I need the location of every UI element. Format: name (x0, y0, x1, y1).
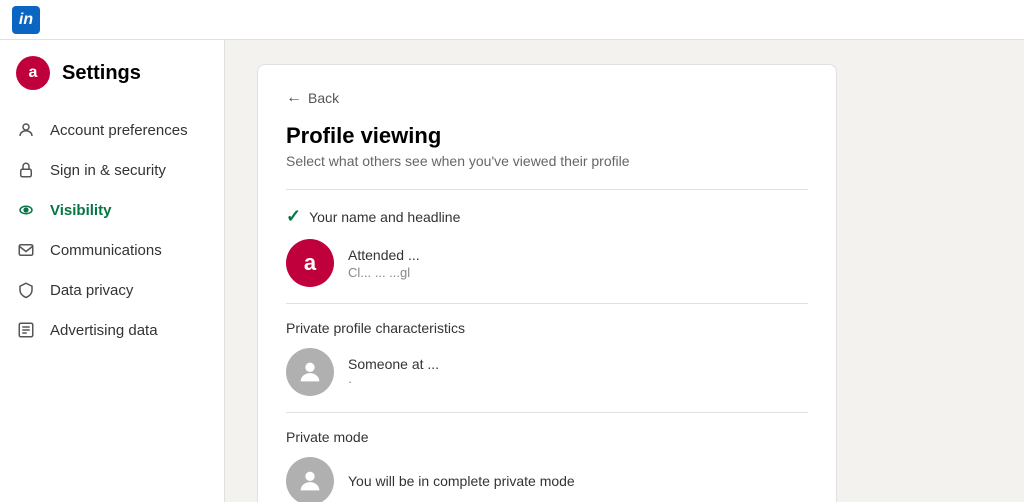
sidebar-item-label: Data privacy (50, 282, 133, 299)
sidebar-item-label: Sign in & security (50, 162, 166, 179)
option-text-private-mode: You will be in complete private mode (348, 473, 575, 489)
option-private-mode[interactable]: Private mode You will be in complete pri… (286, 412, 808, 502)
option-name-headline[interactable]: ✓ Your name and headline a Attended ... … (286, 189, 808, 303)
option-row-name-headline: a Attended ... Cl... ... ...gl (286, 239, 808, 287)
option-label-private-mode: Private mode (286, 429, 808, 445)
panel-title: Profile viewing (286, 123, 808, 149)
sidebar-item-label: Communications (50, 242, 162, 259)
top-bar: in (0, 0, 1024, 40)
check-icon: ✓ (286, 206, 301, 227)
envelope-icon (16, 240, 36, 260)
shield-icon (16, 280, 36, 300)
back-label: Back (308, 90, 339, 106)
option-private-characteristics[interactable]: Private profile characteristics Someone … (286, 303, 808, 412)
anon-avatar-private-mode (286, 457, 334, 502)
sidebar-item-visibility[interactable]: Visibility (0, 190, 224, 230)
sidebar-item-account-preferences[interactable]: Account preferences (0, 110, 224, 150)
option-text-name-headline: Attended ... Cl... ... ...gl (348, 247, 420, 280)
linkedin-logo: in (12, 6, 40, 34)
person-icon (16, 120, 36, 140)
content-panel: ← Back Profile viewing Select what other… (257, 64, 837, 502)
option-row-private-mode: You will be in complete private mode (286, 457, 808, 502)
settings-title: Settings (62, 62, 141, 85)
back-arrow-icon: ← (286, 89, 302, 107)
settings-header: a Settings (0, 56, 224, 110)
sidebar-item-advertising-data[interactable]: Advertising data (0, 310, 224, 350)
anon-avatar-characteristics (286, 348, 334, 396)
user-profile-avatar: a (286, 239, 334, 287)
user-avatar: a (16, 56, 50, 90)
eye-icon (16, 200, 36, 220)
sidebar-item-data-privacy[interactable]: Data privacy (0, 270, 224, 310)
sidebar-item-sign-in-security[interactable]: Sign in & security (0, 150, 224, 190)
option-label-private-characteristics: Private profile characteristics (286, 320, 808, 336)
sidebar-item-label: Visibility (50, 202, 111, 219)
main-layout: a Settings Account preferences Sign (0, 40, 1024, 502)
lock-icon (16, 160, 36, 180)
sidebar-item-label: Advertising data (50, 322, 158, 339)
sidebar-item-communications[interactable]: Communications (0, 230, 224, 270)
option-label-name-headline: ✓ Your name and headline (286, 206, 808, 227)
panel-subtitle: Select what others see when you've viewe… (286, 153, 808, 169)
option-text-private-characteristics: Someone at ... · (348, 356, 439, 389)
option-row-private-characteristics: Someone at ... · (286, 348, 808, 396)
sidebar: a Settings Account preferences Sign (0, 40, 225, 502)
content-area: ← Back Profile viewing Select what other… (225, 40, 1024, 502)
back-button[interactable]: ← Back (286, 89, 808, 107)
sidebar-item-label: Account preferences (50, 122, 188, 139)
list-icon (16, 320, 36, 340)
